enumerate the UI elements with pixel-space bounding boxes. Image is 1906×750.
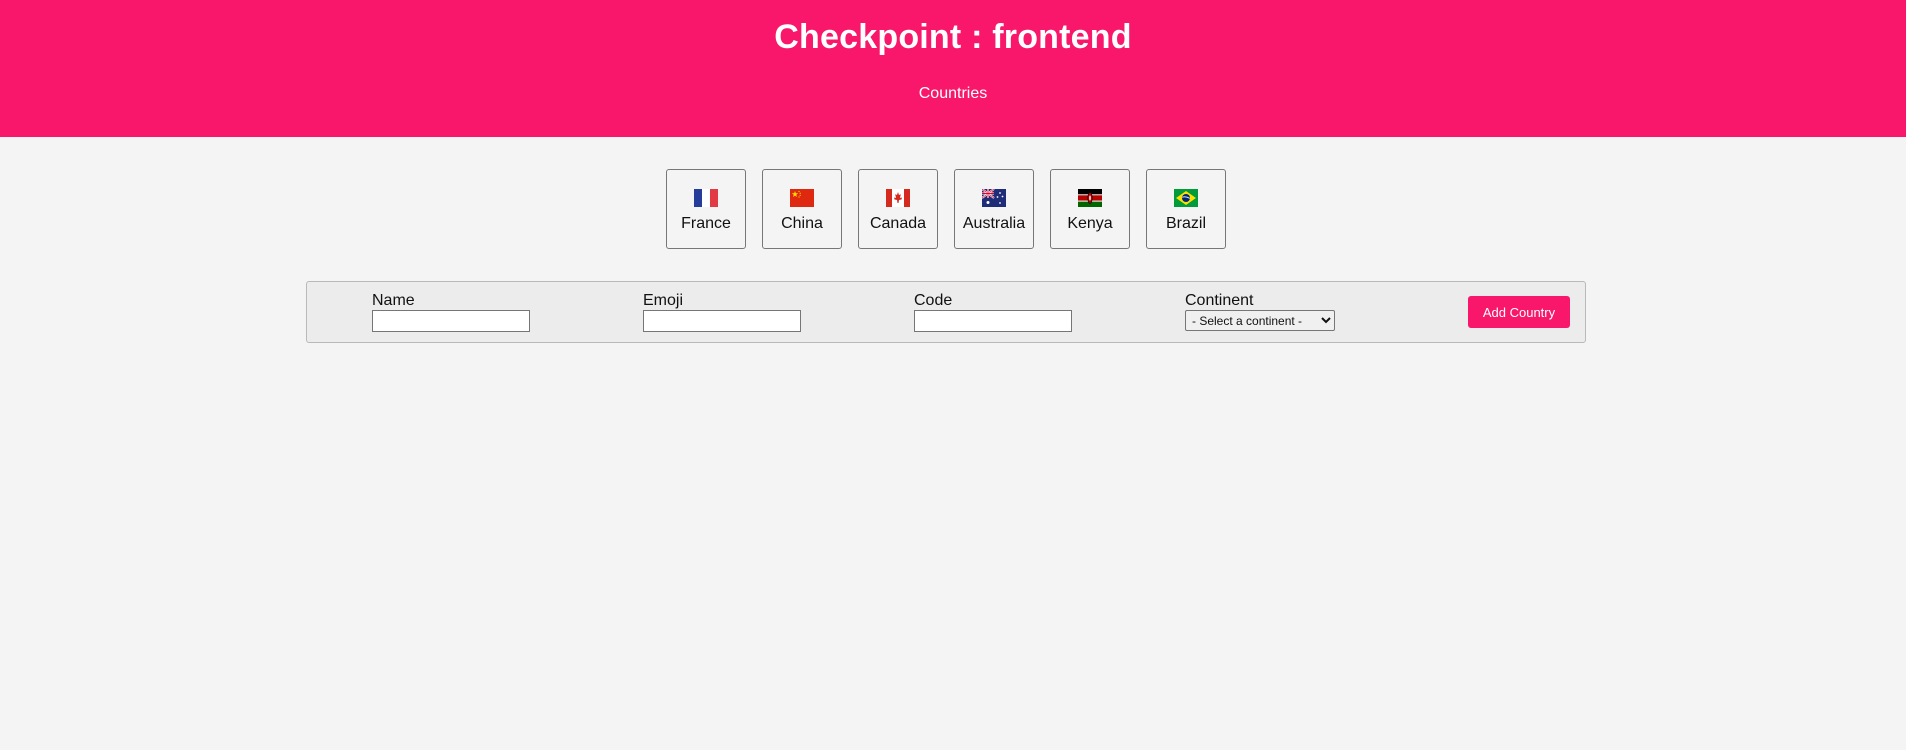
name-field-group: Name [372,292,530,332]
emoji-input[interactable] [643,310,801,332]
france-flag-icon [694,189,718,207]
code-input[interactable] [914,310,1072,332]
country-card-brazil[interactable]: Brazil [1146,169,1226,249]
add-country-form: Name Emoji Code Continent - Select a con… [306,281,1586,343]
country-name: China [781,215,823,232]
continent-select[interactable]: - Select a continent - [1185,310,1335,331]
continent-field-group: Continent - Select a continent - [1185,292,1335,331]
country-name: Brazil [1165,215,1206,232]
add-country-button[interactable]: Add Country [1468,296,1570,328]
brazil-flag-icon [1174,189,1198,207]
country-card-canada[interactable]: Canada [858,169,938,249]
country-name: Kenya [1067,215,1113,232]
country-name: Canada [869,215,927,232]
page-subtitle: Countries [918,85,988,102]
name-input[interactable] [372,310,530,332]
country-name: Australia [962,215,1026,232]
emoji-label: Emoji [643,292,684,309]
australia-flag-icon [982,189,1006,207]
page-header: Checkpoint : frontend Countries [0,0,1906,137]
kenya-flag-icon [1078,189,1102,207]
country-list: France China Canada Australia Kenya Braz… [666,169,1226,249]
china-flag-icon [790,189,814,207]
name-label: Name [372,292,415,309]
code-field-group: Code [914,292,1072,332]
country-name: France [681,215,731,232]
country-card-china[interactable]: China [762,169,842,249]
code-label: Code [914,292,953,309]
country-card-kenya[interactable]: Kenya [1050,169,1130,249]
canada-flag-icon [886,189,910,207]
country-card-france[interactable]: France [666,169,746,249]
continent-label: Continent [1185,292,1254,309]
emoji-field-group: Emoji [643,292,801,332]
country-card-australia[interactable]: Australia [954,169,1034,249]
page-title: Checkpoint : frontend [774,18,1132,56]
